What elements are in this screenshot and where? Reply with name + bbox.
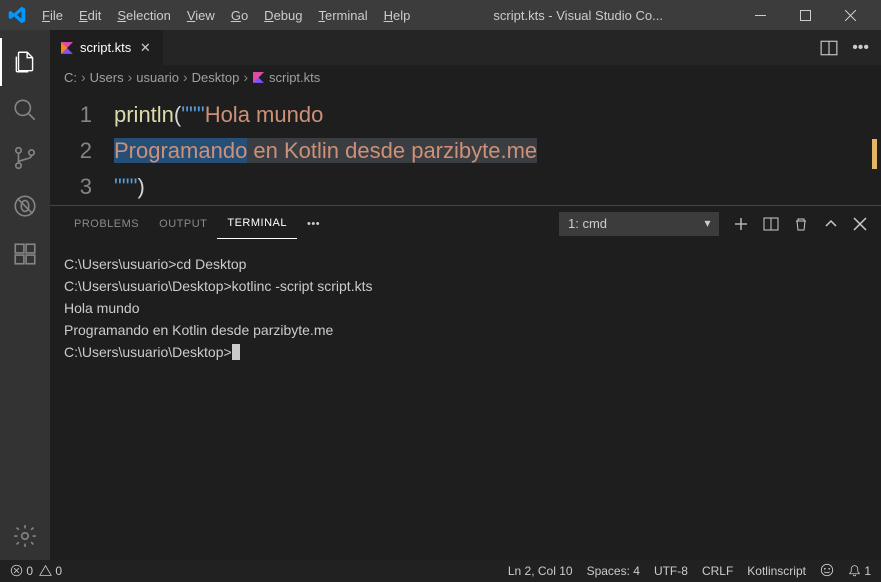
panel-tab-terminal[interactable]: TERMINAL	[217, 208, 297, 239]
activity-debug[interactable]	[0, 182, 50, 230]
activity-explorer[interactable]	[0, 38, 50, 86]
menu-debug[interactable]: Debug	[256, 3, 310, 28]
extensions-icon	[12, 241, 38, 267]
tab-actions: •••	[820, 39, 881, 57]
panel-more-button[interactable]: •••	[297, 218, 330, 230]
error-icon	[10, 564, 23, 577]
menu-edit[interactable]: Edit	[71, 3, 109, 28]
close-button[interactable]	[828, 0, 873, 30]
window-title: script.kts - Visual Studio Co...	[418, 8, 738, 23]
panel-tabs: PROBLEMS OUTPUT TERMINAL ••• 1: cmd	[50, 206, 881, 241]
minimize-button[interactable]	[738, 0, 783, 30]
terminal-line: Hola mundo	[64, 297, 867, 319]
menu-terminal[interactable]: Terminal	[310, 3, 375, 28]
statusbar: 0 0 Ln 2, Col 10 Spaces: 4 UTF-8 CRLF Ko…	[0, 560, 881, 582]
activity-extensions[interactable]	[0, 230, 50, 278]
breadcrumb-part[interactable]: Desktop	[192, 70, 240, 85]
maximize-panel-button[interactable]	[823, 216, 839, 232]
code-editor[interactable]: 1 2 3 println("""Hola mundo Programando …	[50, 89, 881, 205]
status-eol[interactable]: CRLF	[702, 564, 733, 578]
warning-icon	[39, 564, 52, 577]
tab-script[interactable]: script.kts ✕	[50, 30, 163, 65]
status-cursor-pos[interactable]: Ln 2, Col 10	[508, 564, 573, 578]
editor-tabs: script.kts ✕ •••	[50, 30, 881, 65]
terminal-cursor	[232, 344, 240, 360]
files-icon	[12, 49, 38, 75]
status-feedback[interactable]	[820, 563, 834, 580]
split-terminal-button[interactable]	[763, 216, 779, 232]
menu-selection[interactable]: Selection	[109, 3, 178, 28]
panel-tab-output[interactable]: OUTPUT	[149, 209, 217, 239]
more-actions-button[interactable]: •••	[852, 39, 869, 57]
activity-bar	[0, 30, 50, 560]
breadcrumb-part[interactable]: usuario	[136, 70, 179, 85]
no-bug-icon	[12, 193, 38, 219]
breadcrumb-part[interactable]: script.kts	[269, 70, 320, 85]
window-controls	[738, 0, 873, 30]
main: script.kts ✕ ••• C:› Users› usuario› Des…	[0, 30, 881, 560]
activity-search[interactable]	[0, 86, 50, 134]
menu-view[interactable]: View	[179, 3, 223, 28]
code-content[interactable]: println("""Hola mundo Programando en Kot…	[114, 97, 881, 205]
kill-terminal-button[interactable]	[793, 216, 809, 232]
terminal-line: C:\Users\usuario>cd Desktop	[64, 253, 867, 275]
overview-ruler-cursor	[872, 139, 877, 169]
tab-close-button[interactable]: ✕	[137, 40, 153, 56]
editor-area: script.kts ✕ ••• C:› Users› usuario› Des…	[50, 30, 881, 560]
terminal[interactable]: C:\Users\usuario>cd Desktop C:\Users\usu…	[50, 241, 881, 375]
gutter: 1 2 3	[50, 97, 114, 205]
smiley-icon	[820, 563, 834, 577]
vscode-logo	[8, 6, 26, 24]
search-icon	[12, 97, 38, 123]
status-errors[interactable]: 0	[10, 564, 33, 578]
terminal-line: C:\Users\usuario\Desktop>kotlinc -script…	[64, 275, 867, 297]
gear-icon	[12, 523, 38, 549]
git-branch-icon	[12, 145, 38, 171]
status-encoding[interactable]: UTF-8	[654, 564, 688, 578]
kotlin-icon	[60, 41, 74, 55]
kotlin-icon	[252, 71, 265, 84]
status-notifications[interactable]: 1	[848, 564, 871, 578]
breadcrumb-part[interactable]: Users	[90, 70, 124, 85]
terminal-line: C:\Users\usuario\Desktop>	[64, 341, 867, 363]
panel: PROBLEMS OUTPUT TERMINAL ••• 1: cmd C:\U…	[50, 205, 881, 375]
split-editor-button[interactable]	[820, 39, 838, 57]
close-panel-button[interactable]	[853, 217, 867, 231]
panel-tab-problems[interactable]: PROBLEMS	[64, 209, 149, 239]
new-terminal-button[interactable]	[733, 216, 749, 232]
titlebar: FFileile Edit Selection View Go Debug Te…	[0, 0, 881, 30]
activity-settings[interactable]	[0, 512, 50, 560]
breadcrumb[interactable]: C:› Users› usuario› Desktop› script.kts	[50, 65, 881, 89]
menu-file[interactable]: FFileile	[34, 3, 71, 28]
menu-go[interactable]: Go	[223, 3, 256, 28]
status-language[interactable]: Kotlinscript	[747, 564, 806, 578]
tab-filename: script.kts	[80, 40, 131, 55]
breadcrumb-part[interactable]: C:	[64, 70, 77, 85]
maximize-button[interactable]	[783, 0, 828, 30]
status-indent[interactable]: Spaces: 4	[587, 564, 640, 578]
activity-source-control[interactable]	[0, 134, 50, 182]
terminal-selector[interactable]: 1: cmd	[559, 212, 719, 236]
bell-icon	[848, 564, 861, 577]
terminal-line: Programando en Kotlin desde parzibyte.me	[64, 319, 867, 341]
status-warnings[interactable]: 0	[39, 564, 62, 578]
menubar: FFileile Edit Selection View Go Debug Te…	[34, 3, 418, 28]
menu-help[interactable]: Help	[376, 3, 419, 28]
